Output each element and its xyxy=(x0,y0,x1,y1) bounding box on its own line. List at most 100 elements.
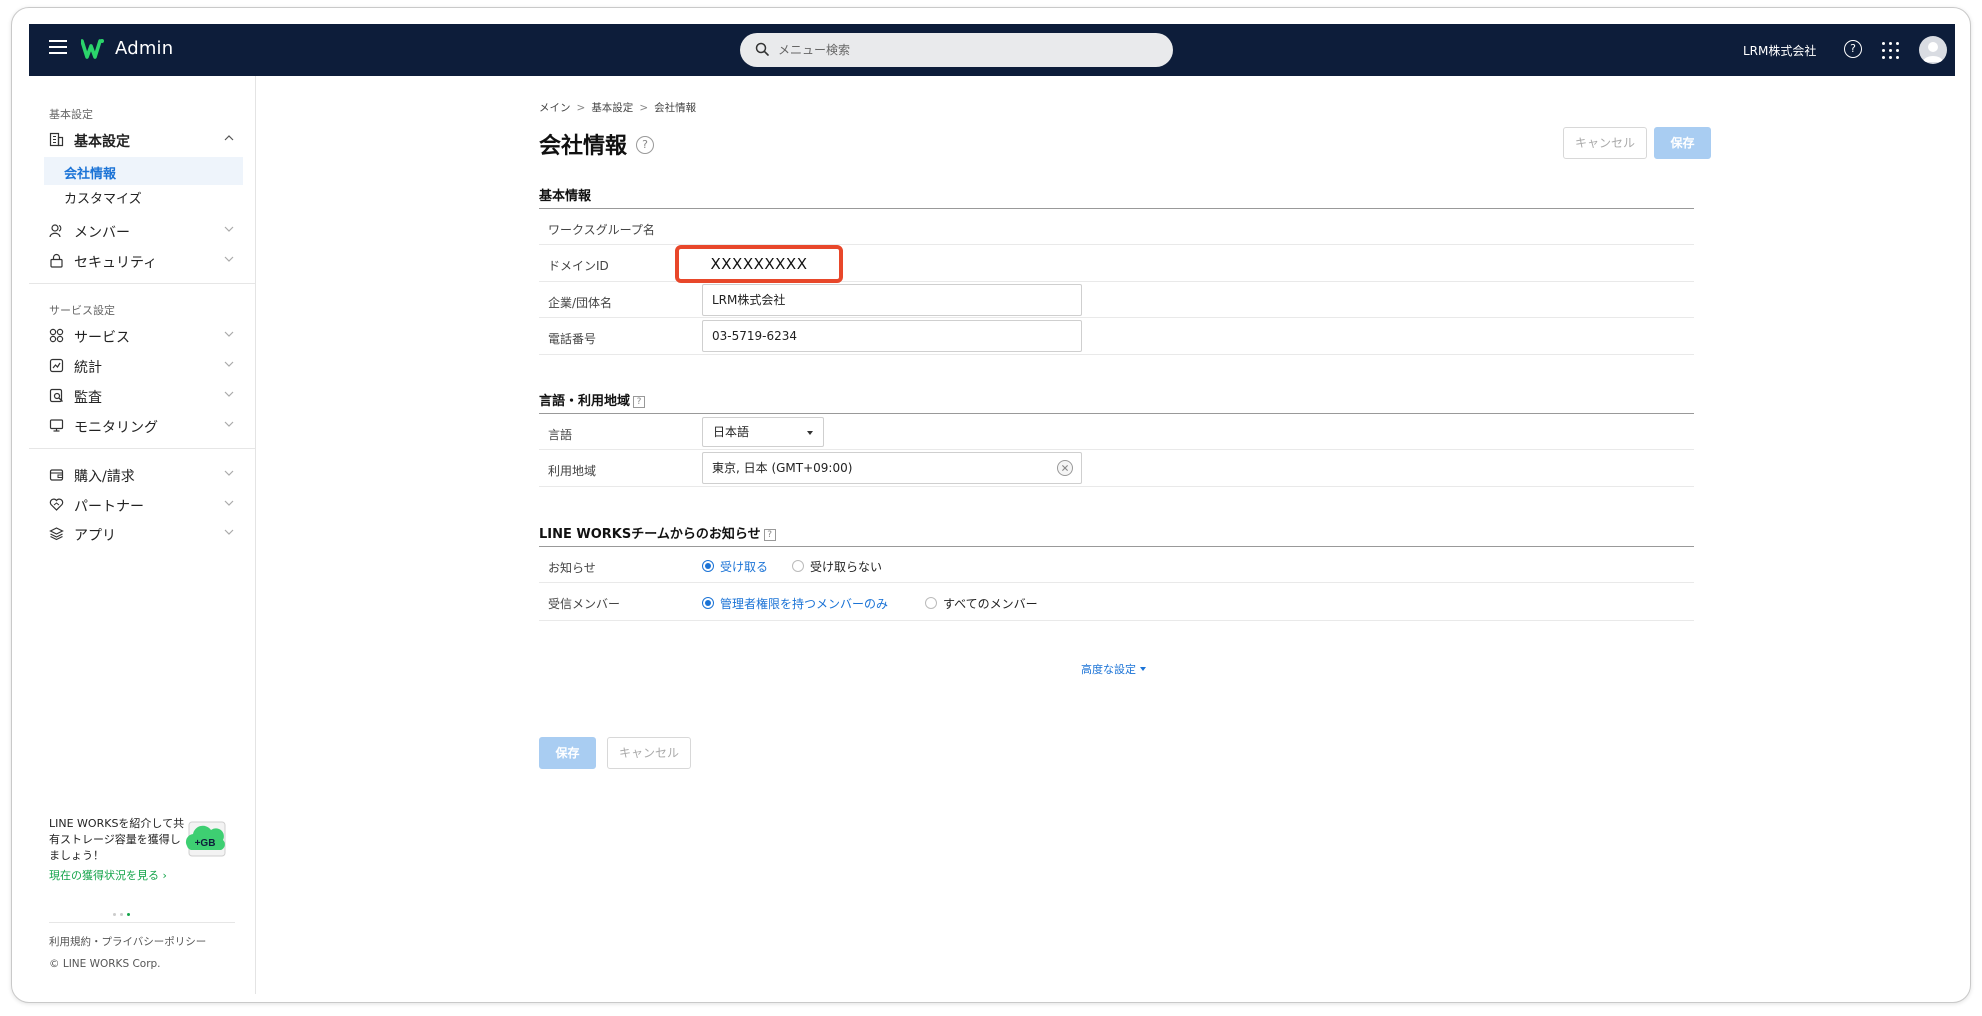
promo-text: LINE WORKSを紹介して共有ストレージ容量を獲得しましょう！ xyxy=(49,817,185,862)
breadcrumb-item: 会社情報 xyxy=(654,102,697,114)
caret-down-icon xyxy=(807,431,813,435)
storage-promo[interactable]: LINE WORKSを紹介して共有ストレージ容量を獲得しましょう！ 現在の獲得状… xyxy=(49,816,239,883)
footer-links[interactable]: 利用規約・プライバシーポリシー xyxy=(49,934,206,949)
member-icon xyxy=(49,224,62,238)
sidebar-item-customize[interactable]: カスタマイズ xyxy=(44,182,243,210)
sidebar-item-label: カスタマイズ xyxy=(64,192,142,207)
app-title: Admin xyxy=(115,38,174,59)
breadcrumb: メイン > 基本設定 > 会社情報 xyxy=(539,100,696,115)
user-icon xyxy=(1923,42,1943,62)
sidebar-item-label: 会社情報 xyxy=(64,167,117,182)
carousel-dots[interactable] xyxy=(113,901,143,916)
apps-grid-icon[interactable] xyxy=(1881,41,1899,59)
breadcrumb-item[interactable]: 基本設定 xyxy=(591,102,633,114)
region-label: 利用地域 xyxy=(548,464,597,478)
cancel-button[interactable]: キャンセル xyxy=(1563,127,1647,159)
radio-label: 受け取る xyxy=(720,560,769,574)
menu-search[interactable] xyxy=(740,33,1173,67)
help-icon[interactable]: ? xyxy=(636,136,654,154)
row-language: 言語 日本語 xyxy=(539,414,1694,450)
chevron-down-icon xyxy=(224,256,234,262)
sidebar-item-label: 基本設定 xyxy=(74,134,130,150)
sidebar-item-label: モニタリング xyxy=(74,420,158,436)
sidebar-item-partner[interactable]: パートナー xyxy=(49,494,241,516)
notice-receive-radio[interactable]: 受け取る xyxy=(702,557,782,575)
sidebar-item-security[interactable]: セキュリティ xyxy=(49,250,241,272)
phone-field[interactable]: 03-5719-6234 xyxy=(702,320,1082,352)
sidebar: 基本設定 基本設定 会社情報 カスタマイズ メンバー セキュリティ サービス設定… xyxy=(29,76,256,994)
chevron-down-icon xyxy=(224,421,234,427)
radio-label: 受け取らない xyxy=(810,560,883,574)
radio-dot xyxy=(792,560,804,572)
monitor-icon xyxy=(49,419,64,432)
save-button[interactable]: 保存 xyxy=(1654,127,1711,159)
admin-app: Admin LRM株式会社 ? 基本設定 基本設定 会社情報 カスタマイズ xyxy=(29,24,1955,994)
section-title-language: 言語・利用地域? xyxy=(539,390,646,409)
sidebar-divider xyxy=(29,283,255,284)
sidebar-item-label: セキュリティ xyxy=(74,255,158,271)
radio-dot xyxy=(925,597,937,609)
sidebar-item-purchase[interactable]: 購入/請求 xyxy=(49,464,241,486)
bottom-cancel-button[interactable]: キャンセル xyxy=(607,737,691,769)
row-domain: ドメインID XXXXXXXXX xyxy=(539,245,1694,283)
search-input[interactable] xyxy=(778,40,1158,60)
recipients-admin-radio[interactable]: 管理者権限を持つメンバーのみ xyxy=(702,594,888,612)
phone-label: 電話番号 xyxy=(548,332,597,346)
notice-decline-radio[interactable]: 受け取らない xyxy=(792,557,892,575)
sidebar-section-basic: 基本設定 xyxy=(49,108,93,121)
advanced-settings-toggle[interactable]: 高度な設定 xyxy=(1081,661,1146,677)
company-name[interactable]: LRM株式会社 xyxy=(1743,42,1816,59)
row-phone: 電話番号 03-5719-6234 xyxy=(539,318,1694,355)
sidebar-item-service[interactable]: サービス xyxy=(49,325,241,347)
section-title-text: 言語・利用地域 xyxy=(539,394,631,409)
chevron-down-icon xyxy=(224,529,234,535)
help-icon[interactable]: ? xyxy=(1844,40,1862,58)
section-title-text: LINE WORKSチームからのお知らせ xyxy=(539,527,761,542)
sidebar-item-monitoring[interactable]: モニタリング xyxy=(49,415,241,437)
lock-icon xyxy=(50,253,63,268)
sidebar-item-basic-settings[interactable]: 基本設定 xyxy=(49,129,241,151)
company-label: 企業/団体名 xyxy=(548,296,613,310)
advanced-settings-label: 高度な設定 xyxy=(1081,663,1136,676)
sidebar-item-label: サービス xyxy=(74,330,130,346)
menu-icon[interactable] xyxy=(49,40,67,60)
help-icon[interactable]: ? xyxy=(633,396,646,408)
clear-icon[interactable] xyxy=(1057,460,1073,476)
company-name-field[interactable]: LRM株式会社 xyxy=(702,284,1082,316)
service-grid-icon xyxy=(49,328,64,343)
sidebar-item-label: 購入/請求 xyxy=(74,469,135,485)
sidebar-item-company-info[interactable]: 会社情報 xyxy=(44,157,243,185)
search-icon xyxy=(755,42,769,56)
help-icon[interactable]: ? xyxy=(763,529,776,541)
radio-dot xyxy=(702,597,714,609)
radio-dot xyxy=(702,560,714,572)
chevron-down-icon xyxy=(224,470,234,476)
breadcrumb-separator: > xyxy=(576,102,586,114)
chevron-down-icon xyxy=(224,226,234,232)
wallet-icon xyxy=(49,469,64,481)
promo-link[interactable]: 現在の獲得状況を見る › xyxy=(49,867,239,883)
user-avatar[interactable] xyxy=(1919,36,1947,64)
recipients-all-radio[interactable]: すべてのメンバー xyxy=(925,594,1045,612)
section-title-notice: LINE WORKSチームからのお知らせ? xyxy=(539,523,776,542)
sidebar-item-label: 統計 xyxy=(74,360,102,376)
notice-label: お知らせ xyxy=(548,561,596,575)
sidebar-item-member[interactable]: メンバー xyxy=(49,220,241,242)
copyright: © LINE WORKS Corp. xyxy=(49,958,161,970)
line-works-logo-icon xyxy=(81,39,104,59)
sidebar-item-apps[interactable]: アプリ xyxy=(49,523,241,545)
layers-icon xyxy=(49,527,64,541)
sidebar-section-service: サービス設定 xyxy=(49,304,115,317)
radio-label: すべてのメンバー xyxy=(943,597,1038,611)
sidebar-item-label: アプリ xyxy=(74,528,116,544)
region-field[interactable]: 東京, 日本 (GMT+09:00) xyxy=(702,452,1082,484)
breadcrumb-item[interactable]: メイン xyxy=(539,102,571,114)
sidebar-divider xyxy=(49,922,235,923)
sidebar-item-audit[interactable]: 監査 xyxy=(49,385,241,407)
radio-label: 管理者権限を持つメンバーのみ xyxy=(720,597,889,611)
bottom-save-button[interactable]: 保存 xyxy=(539,737,596,769)
language-select[interactable]: 日本語 xyxy=(702,417,824,447)
sidebar-item-stats[interactable]: 統計 xyxy=(49,355,241,377)
promo-badge-text: +GB xyxy=(195,838,216,849)
sidebar-item-label: メンバー xyxy=(74,225,130,241)
